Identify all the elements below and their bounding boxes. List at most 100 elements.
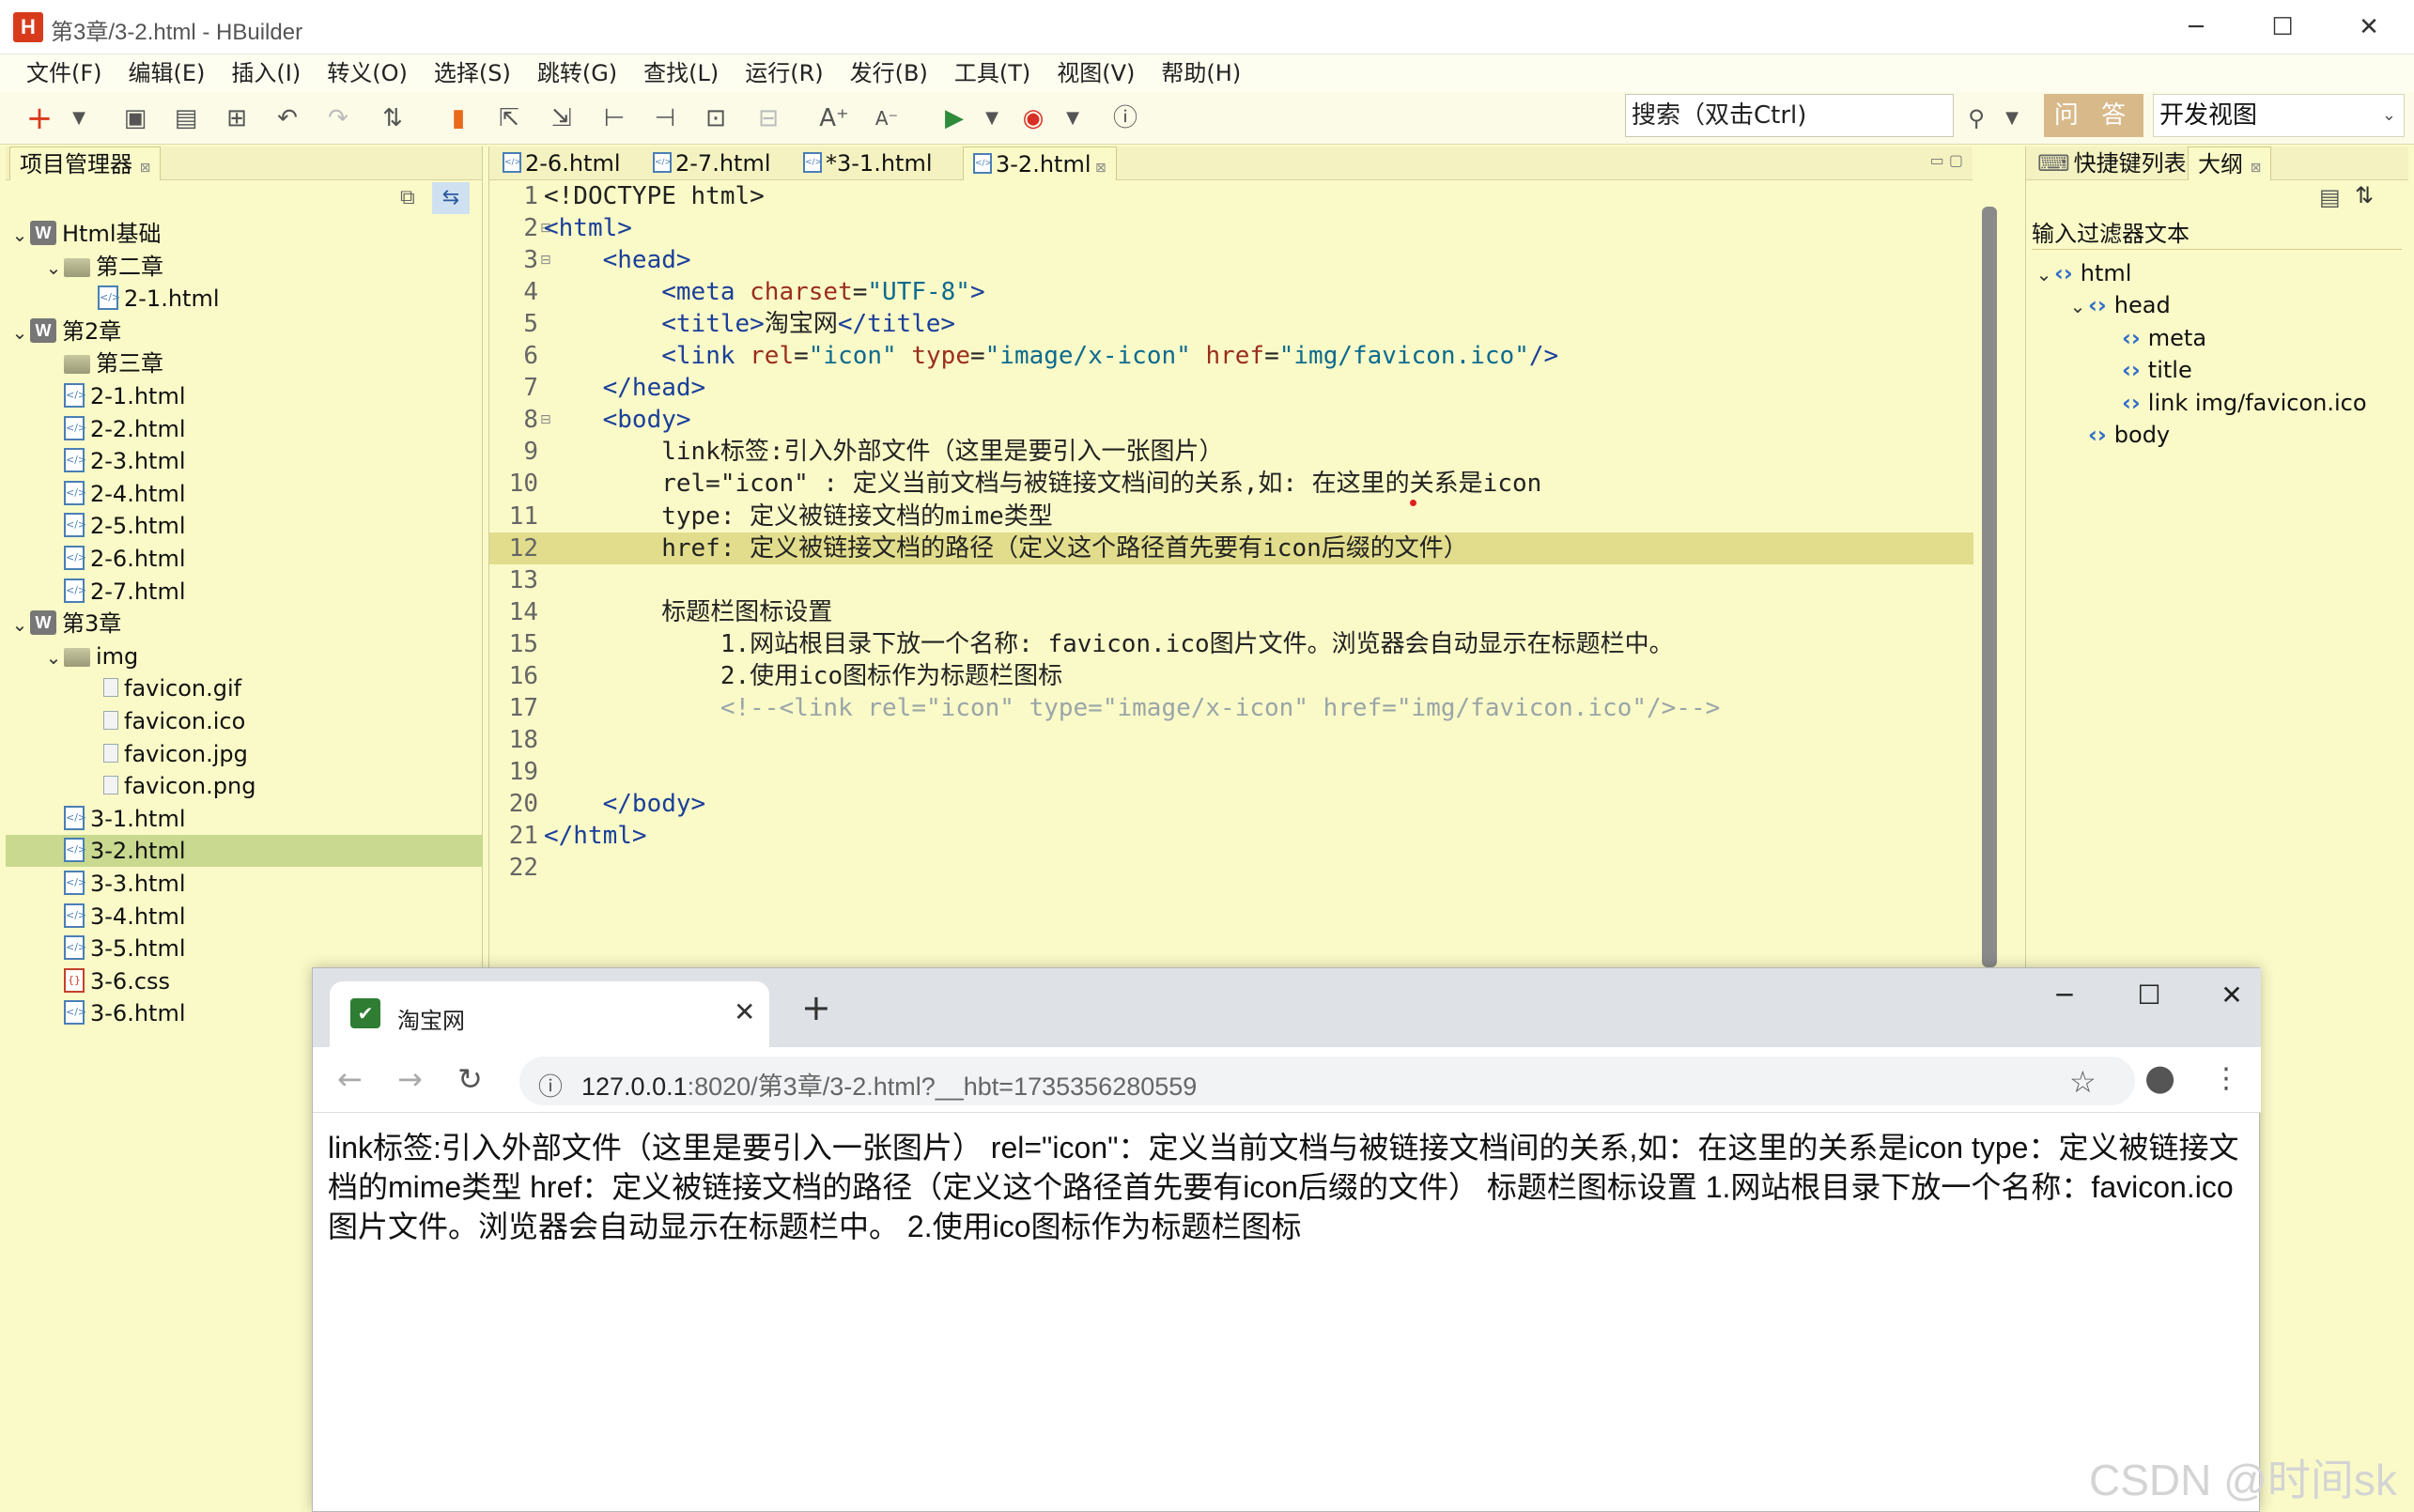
browser-minimize-button[interactable]: ─ (2032, 974, 2097, 1017)
collapse-all-icon[interactable]: ⧉ (400, 186, 415, 209)
tab-editor-file[interactable]: </> *3-1.html (794, 147, 942, 180)
tree-item[interactable]: </> 3-1.html (43, 803, 186, 835)
tree-item[interactable]: </> 2-7.html (43, 576, 186, 608)
minimize-button[interactable]: ─ (2168, 6, 2224, 49)
chevron-down-icon[interactable]: ⌄ (9, 219, 30, 251)
font-decrease-icon[interactable]: A⁻ (870, 101, 904, 135)
tab-editor-file[interactable]: </> 2-7.html (643, 147, 781, 180)
revert-icon[interactable]: ⊞ (220, 101, 254, 135)
tree-item[interactable]: favicon.png (77, 770, 255, 802)
tree-item[interactable]: ⌄ W 第3章 (9, 608, 121, 640)
new-file-icon[interactable]: + (23, 101, 56, 135)
close-button[interactable]: ✕ (2341, 6, 2397, 49)
bookmark-icon[interactable]: ▮ (441, 101, 475, 135)
tree-item[interactable]: favicon.ico (77, 705, 245, 737)
tree-item[interactable]: </> 2-2.html (43, 413, 186, 445)
close-icon[interactable]: ⊠ (1091, 161, 1106, 176)
code-line[interactable]: 9 link标签:引入外部文件（这里是要引入一张图片） (489, 436, 1973, 468)
outline-filter-input[interactable]: 输入过滤器文本 (2032, 218, 2402, 250)
outline-item[interactable]: ⌄ ‹› head (2067, 289, 2171, 321)
redo-icon[interactable]: ↷ (321, 101, 355, 135)
menu-item[interactable]: 工具(T) (941, 54, 1044, 92)
chevron-down-icon[interactable]: ⌄ (43, 641, 64, 673)
next-bookmark-icon[interactable]: ⇲ (545, 101, 579, 135)
bookmark-star-icon[interactable]: ☆ (2069, 1064, 2097, 1100)
new-tab-button[interactable]: + (801, 989, 831, 1026)
code-line[interactable]: 22 (489, 852, 1973, 884)
maximize-button[interactable]: ☐ (2254, 6, 2311, 49)
goto-start-icon[interactable]: ⊢ (597, 101, 631, 135)
site-info-icon[interactable]: ⓘ (538, 1068, 563, 1103)
tree-item[interactable]: </> 3-2.html (6, 835, 483, 868)
code-line[interactable]: 8 ⊟ <body> (489, 404, 1973, 436)
tree-item[interactable]: </> 3-3.html (43, 868, 186, 900)
tree-item[interactable]: </> 3-4.html (43, 901, 186, 933)
menu-item[interactable]: 转义(O) (314, 54, 421, 92)
tree-item[interactable]: </> 2-6.html (43, 543, 186, 575)
font-increase-icon[interactable]: A⁺ (817, 101, 851, 135)
save-icon[interactable]: ▣ (118, 101, 152, 135)
reload-icon[interactable]: ↻ (457, 1062, 483, 1096)
outline-item[interactable]: ‹› link img/favicon.ico (2101, 387, 2367, 419)
menu-item[interactable]: 文件(F) (13, 54, 116, 92)
format-icon[interactable]: ⇅ (376, 101, 410, 135)
code-line[interactable]: 11 type: 定义被链接文档的mime类型 (489, 501, 1973, 532)
menu-item[interactable]: 帮助(H) (1148, 54, 1254, 92)
chevron-down-icon[interactable]: ⌄ (9, 609, 30, 640)
chevron-down-icon[interactable]: ⌄ (2034, 258, 2054, 290)
address-bar[interactable]: ⓘ 127.0.0.1:8020/第3章/3-2.html?__hbt=1735… (519, 1057, 2135, 1105)
chevron-down-icon[interactable]: ⌄ (2067, 290, 2088, 322)
code-line[interactable]: 17 <!--<link rel="icon" type="image/x-ic… (489, 692, 1973, 724)
menu-item[interactable]: 视图(V) (1044, 54, 1148, 92)
outline-item[interactable]: ‹› body (2067, 419, 2170, 451)
tree-item[interactable]: </> 2-4.html (43, 478, 186, 510)
tab-project-manager[interactable]: 项目管理器 ⊠ (9, 147, 162, 180)
menu-item[interactable]: 插入(I) (218, 54, 314, 92)
profile-avatar-icon[interactable]: ● (2144, 1059, 2175, 1095)
outline-item[interactable]: ⌄ ‹› html (2034, 257, 2132, 290)
code-line[interactable]: 4 <meta charset="UTF-8"> (489, 276, 1973, 308)
run-icon[interactable]: ▶ (937, 101, 971, 135)
run-dropdown-icon[interactable]: ▼ (975, 101, 1009, 135)
tree-item[interactable]: </> 2-1.html (43, 380, 186, 412)
tree-item[interactable]: </> 2-5.html (43, 510, 186, 542)
maximize-panel-icon[interactable]: ▭ ▢ (1930, 147, 1963, 175)
save-all-icon[interactable]: ▤ (169, 101, 203, 135)
search-input[interactable]: 搜索（双击Ctrl) (1625, 94, 1954, 137)
new-dropdown-icon[interactable]: ▼ (62, 101, 96, 135)
close-icon[interactable]: ⊠ (2251, 161, 2262, 176)
tree-item[interactable]: favicon.jpg (77, 738, 248, 770)
info-icon[interactable]: ⓘ (1108, 101, 1142, 135)
tab-shortcut-list[interactable]: ⌨ 快捷键列表 (2028, 147, 2196, 180)
code-line[interactable]: 1 <!DOCTYPE html> (489, 180, 1973, 212)
code-line[interactable]: 19 (489, 756, 1973, 788)
browser-tab[interactable]: ✔ 淘宝网 ✕ (330, 981, 769, 1047)
tab-close-icon[interactable]: ✕ (734, 996, 755, 1027)
uncomment-icon[interactable]: ⊟ (751, 101, 785, 135)
code-line[interactable]: 21 </html> (489, 820, 1973, 852)
chevron-down-icon[interactable]: ⌄ (9, 316, 30, 348)
outline-menu-icon[interactable]: ▤ (2319, 184, 2341, 210)
code-line[interactable]: 10 rel="icon" : 定义当前文档与被链接文档间的关系,如: 在这里的… (489, 468, 1973, 500)
back-icon[interactable]: ← (337, 1062, 363, 1096)
tree-item[interactable]: </> 3-5.html (43, 933, 186, 964)
code-line[interactable]: 2 ⊟ <html> (489, 212, 1973, 244)
browser-close-button[interactable]: ✕ (2199, 974, 2265, 1017)
tree-item[interactable]: ⌄ W Html基础 (9, 218, 162, 250)
chrome-browser-icon[interactable]: ◉ (1016, 101, 1050, 135)
menu-item[interactable]: 编辑(E) (116, 54, 219, 92)
menu-item[interactable]: 选择(S) (421, 54, 524, 92)
tree-item[interactable]: ⌄ img (43, 640, 139, 673)
tab-editor-file[interactable]: </> 2-6.html (493, 147, 630, 180)
browser-menu-icon[interactable]: ⋮ (2212, 1062, 2240, 1096)
tree-item[interactable]: 第三章 (43, 347, 163, 379)
ask-button[interactable]: 问 答 (2044, 94, 2143, 137)
menu-item[interactable]: 跳转(G) (524, 54, 630, 92)
code-line[interactable]: 3 ⊟ <head> (489, 244, 1973, 276)
browser-maximize-button[interactable]: ☐ (2116, 974, 2182, 1017)
tree-item[interactable]: </> 2-1.html (77, 283, 220, 315)
comment-icon[interactable]: ⊡ (699, 101, 733, 135)
chevron-down-icon[interactable]: ⌄ (43, 252, 64, 284)
forward-icon[interactable]: → (397, 1062, 423, 1096)
code-line[interactable]: 14 标题栏图标设置 (489, 596, 1973, 628)
